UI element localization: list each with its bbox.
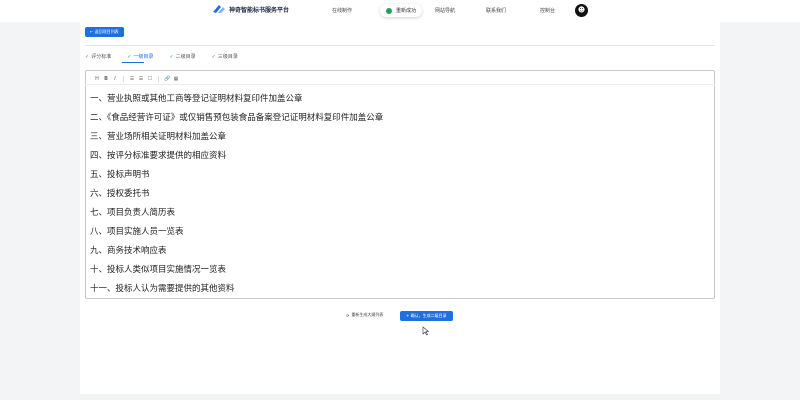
outline-item[interactable]: 三、营业场所相关证明材料加盖公章 [90, 130, 226, 142]
toast-text: 重新成功 [396, 8, 417, 14]
outline-item[interactable]: 五、投标声明书 [90, 168, 150, 180]
mouse-cursor-icon [422, 326, 430, 336]
active-tab-indicator [122, 62, 144, 63]
logo-icon [213, 5, 225, 13]
logo[interactable]: 神奇智能标书服务平台 [213, 4, 289, 14]
tab-label: 二级目录 [175, 54, 196, 60]
toolbar-separator [123, 76, 124, 82]
outline-item[interactable]: 九、商务技术响应表 [90, 244, 167, 256]
check-icon: ✓ [211, 53, 216, 60]
outline-item[interactable]: 十一、投标人认为需要提供的其他资料 [90, 282, 235, 294]
regenerate-outline-button[interactable]: ⟳ 重新生成大纲列表 [346, 312, 383, 318]
bold-icon[interactable]: B [103, 76, 109, 82]
tab-level1-outline[interactable]: ✓ 一级目录 [127, 53, 154, 61]
avatar[interactable]: ☻ [575, 4, 588, 17]
tab-label: 评分标准 [91, 54, 112, 60]
nav-item-contact[interactable]: 联系我们 [486, 7, 506, 14]
tab-level2-outline[interactable]: ✓ 二级目录 [169, 53, 196, 61]
italic-icon[interactable]: I [112, 76, 118, 82]
back-to-projects-button[interactable]: ← 返回项目列表 [85, 27, 124, 37]
nav-item-console[interactable]: 控制台 [540, 7, 555, 14]
check-icon: ✓ [127, 53, 132, 60]
checkbox-icon[interactable]: ☐ [147, 76, 153, 82]
outline-item[interactable]: 四、按评分标准要求提供的相应资料 [90, 149, 226, 161]
outline-item[interactable]: 二、《食品经营许可证》或仅销售预包装食品备案登记证明材料复印件加盖公章 [90, 111, 383, 123]
toolbar-separator [158, 76, 159, 82]
editor-toolbar: H B I ☰ ☰ ☐ 🔗 ▦ [94, 76, 179, 82]
refresh-icon: ⟳ [346, 312, 350, 318]
nav-item-online-make[interactable]: 在线制作 [332, 7, 352, 14]
ordered-list-icon[interactable]: ☰ [138, 76, 144, 82]
tab-label: 一级目录 [133, 54, 154, 60]
outline-item[interactable]: 十、投标人类似项目实施情况一览表 [90, 263, 226, 275]
bullet-list-icon[interactable]: ☰ [129, 76, 135, 82]
success-toast: 重新成功 [380, 4, 423, 17]
step-tabs: ✓ 评分标准 ✓ 一级目录 ✓ 二级目录 ✓ 三级目录 [85, 53, 238, 61]
outline-item[interactable]: 一、营业执照或其他工商等登记证明材料复印件加盖公章 [90, 92, 303, 104]
success-icon [386, 7, 392, 14]
top-header: 神奇智能标书服务平台 在线制作 重新成功 网站导航 联系我们 控制台 ☻ [0, 0, 800, 22]
outline-item[interactable]: 七、项目负责人简历表 [90, 206, 175, 218]
table-icon[interactable]: ▦ [173, 76, 179, 82]
regenerate-label: 重新生成大纲列表 [351, 312, 384, 317]
toolbar-divider [85, 84, 715, 85]
logo-text: 神奇智能标书服务平台 [229, 6, 290, 14]
divider [85, 45, 715, 46]
outline-item[interactable]: 八、项目实施人员一览表 [90, 225, 184, 237]
nav-item-site-nav[interactable]: 网站导航 [435, 7, 455, 14]
tab-label: 三级目录 [217, 54, 238, 60]
check-icon: ✓ [85, 53, 90, 60]
tab-level3-outline[interactable]: ✓ 三级目录 [211, 53, 238, 61]
link-icon[interactable]: 🔗 [164, 76, 170, 82]
confirm-generate-level2-button[interactable]: + 确认，生成二级目录 [400, 311, 453, 321]
heading-icon[interactable]: H [94, 76, 100, 82]
outline-item[interactable]: 六、授权委托书 [90, 187, 150, 199]
tab-scoring-criteria[interactable]: ✓ 评分标准 [85, 53, 112, 61]
check-icon: ✓ [169, 53, 174, 60]
